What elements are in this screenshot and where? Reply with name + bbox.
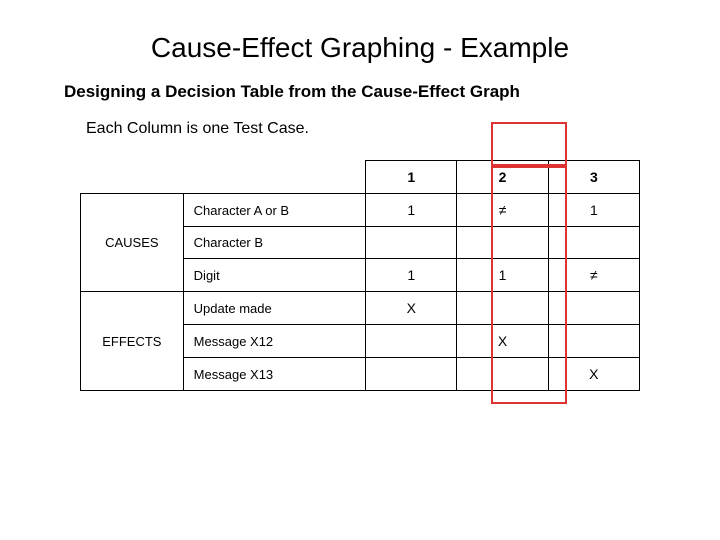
slide: Cause-Effect Graphing - Example Designin… [0,0,720,401]
cell [366,325,457,358]
cell [548,325,639,358]
cell: ≠ [457,194,548,227]
section-effects: EFFECTS [81,292,184,391]
col-header-2: 2 [457,161,548,194]
cell [366,358,457,391]
row-label: Digit [183,259,366,292]
cell: ≠ [548,259,639,292]
cell [366,227,457,259]
blank-corner [81,161,184,194]
cell [457,358,548,391]
cell: X [366,292,457,325]
row-label: Character B [183,227,366,259]
slide-title: Cause-Effect Graphing - Example [40,32,680,64]
col-header-1: 1 [366,161,457,194]
cell: 1 [457,259,548,292]
cell: 1 [366,259,457,292]
row-label: Message X13 [183,358,366,391]
slide-subtitle: Designing a Decision Table from the Caus… [64,82,680,102]
decision-table-wrap: 1 2 3 CAUSES Character A or B 1 ≠ 1 Char… [80,160,680,391]
decision-table: 1 2 3 CAUSES Character A or B 1 ≠ 1 Char… [80,160,640,391]
cell: 1 [548,194,639,227]
cell [457,227,548,259]
row-label: Message X12 [183,325,366,358]
table-header-row: 1 2 3 [81,161,640,194]
cell: X [548,358,639,391]
blank-corner [183,161,366,194]
cell: X [457,325,548,358]
cell [548,227,639,259]
table-row: EFFECTS Update made X [81,292,640,325]
section-causes: CAUSES [81,194,184,292]
cell [548,292,639,325]
row-label: Update made [183,292,366,325]
slide-caption: Each Column is one Test Case. [86,120,680,138]
row-label: Character A or B [183,194,366,227]
col-header-3: 3 [548,161,639,194]
table-row: CAUSES Character A or B 1 ≠ 1 [81,194,640,227]
cell [457,292,548,325]
cell: 1 [366,194,457,227]
